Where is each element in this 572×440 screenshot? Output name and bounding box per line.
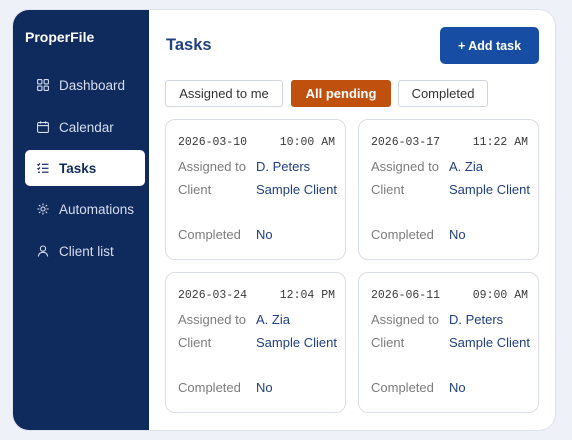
task-date: 2026-03-17 [371, 136, 441, 149]
main-content: Tasks + Add task Assigned to me All pend… [149, 10, 555, 430]
task-date: 2026-03-24 [178, 289, 248, 302]
client-label: Client [178, 182, 212, 197]
list-icon [37, 162, 49, 174]
assigned-value: D. Peters [449, 312, 504, 327]
client-value: Sample Client [449, 182, 530, 197]
sidebar-item-client-list[interactable]: Client list [25, 233, 145, 269]
task-card[interactable]: 2026-06-11 09:00 AM Assigned to D. Peter… [358, 272, 539, 413]
assigned-label: Assigned to [371, 312, 439, 327]
sidebar-item-label: Calendar [59, 119, 114, 135]
app-window: ProperFile Dashboard Calendar Tasks Auto… [13, 10, 555, 430]
completed-label: Completed [371, 380, 434, 395]
client-label: Client [178, 335, 212, 350]
sidebar-item-label: Tasks [59, 160, 97, 176]
sidebar-item-automations[interactable]: Automations [25, 191, 145, 227]
completed-value: No [256, 380, 273, 395]
task-card[interactable]: 2026-03-10 10:00 AM Assigned to D. Peter… [165, 119, 346, 260]
assigned-value: A. Zia [256, 312, 290, 327]
assigned-label: Assigned to [371, 159, 439, 174]
task-card[interactable]: 2026-03-17 11:22 AM Assigned to A. Zia C… [358, 119, 539, 260]
page-title: Tasks [166, 36, 212, 54]
user-icon [37, 245, 49, 257]
assigned-value: A. Zia [449, 159, 483, 174]
task-datetime: 2026-03-10 10:00 AM [178, 136, 335, 149]
sidebar-item-label: Dashboard [59, 77, 126, 93]
task-time: 09:00 AM [472, 289, 528, 302]
sidebar-item-label: Automations [59, 201, 135, 217]
completed-value: No [449, 227, 466, 242]
client-label: Client [371, 182, 405, 197]
completed-value: No [256, 227, 273, 242]
gear-icon [37, 203, 49, 215]
sidebar-item-label: Client list [59, 243, 114, 259]
client-value: Sample Client [256, 335, 337, 350]
filter-completed[interactable]: Completed [398, 80, 488, 107]
task-time: 11:22 AM [472, 136, 528, 149]
assigned-label: Assigned to [178, 159, 246, 174]
task-time: 12:04 PM [279, 289, 335, 302]
client-value: Sample Client [449, 335, 530, 350]
sidebar-item-calendar[interactable]: Calendar [25, 109, 145, 145]
task-date: 2026-03-10 [178, 136, 248, 149]
filter-all-pending[interactable]: All pending [291, 80, 391, 107]
completed-label: Completed [178, 227, 241, 242]
add-task-button[interactable]: + Add task [440, 27, 539, 64]
sidebar-item-tasks[interactable]: Tasks [25, 150, 145, 186]
completed-label: Completed [371, 227, 434, 242]
task-card[interactable]: 2026-03-24 12:04 PM Assigned to A. Zia C… [165, 272, 346, 413]
task-date: 2026-06-11 [371, 289, 441, 302]
completed-value: No [449, 380, 466, 395]
task-time: 10:00 AM [279, 136, 335, 149]
sidebar: ProperFile Dashboard Calendar Tasks Auto… [13, 10, 149, 430]
grid-icon [37, 79, 49, 91]
task-datetime: 2026-06-11 09:00 AM [371, 289, 528, 302]
client-label: Client [371, 335, 405, 350]
brand-logo: ProperFile [25, 29, 95, 45]
calendar-icon [37, 121, 49, 133]
task-datetime: 2026-03-24 12:04 PM [178, 289, 335, 302]
task-datetime: 2026-03-17 11:22 AM [371, 136, 528, 149]
completed-label: Completed [178, 380, 241, 395]
filter-assigned-to-me[interactable]: Assigned to me [165, 80, 283, 107]
assigned-label: Assigned to [178, 312, 246, 327]
assigned-value: D. Peters [256, 159, 311, 174]
sidebar-item-dashboard[interactable]: Dashboard [25, 67, 145, 103]
client-value: Sample Client [256, 182, 337, 197]
